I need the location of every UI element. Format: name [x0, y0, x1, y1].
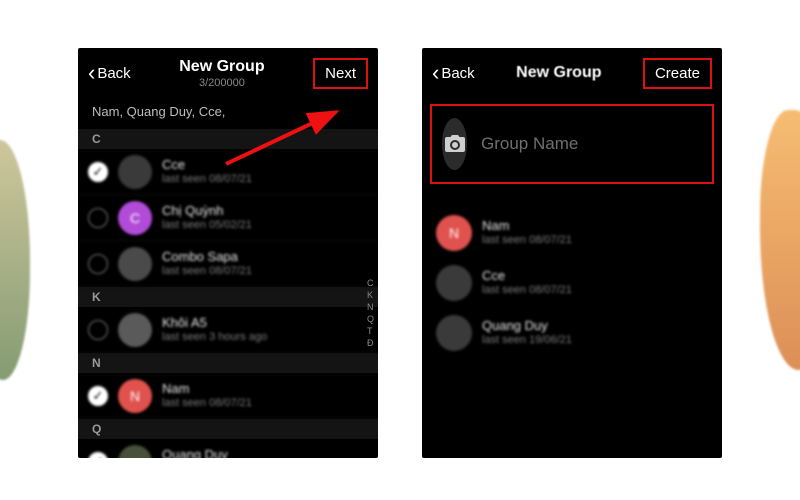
create-button[interactable]: Create	[643, 58, 712, 89]
member-status: last seen 08/07/21	[482, 284, 572, 298]
contact-name: Cce	[162, 157, 252, 173]
checkbox-empty-icon[interactable]	[88, 320, 108, 340]
header: ‹ Back New Group 3/200000 Next	[78, 48, 378, 98]
member-row[interactable]: N Namlast seen 08/07/21	[422, 208, 722, 258]
member-row[interactable]: Quang Duylast seen 19/06/21	[422, 308, 722, 358]
contact-row[interactable]: C Chị Quỳnhlast seen 05/02/21	[78, 195, 378, 241]
page-title: New Group	[516, 64, 601, 82]
avatar	[118, 155, 152, 189]
contact-status: last seen 08/07/21	[162, 397, 252, 411]
contact-name: Khôi A5	[162, 315, 267, 331]
member-name: Nam	[482, 218, 572, 234]
avatar	[436, 265, 472, 301]
title-wrap: New Group 3/200000	[179, 58, 264, 89]
member-row[interactable]: Ccelast seen 08/07/21	[422, 258, 722, 308]
avatar	[436, 315, 472, 351]
contact-row[interactable]: Khôi A5last seen 3 hours ago	[78, 307, 378, 353]
checkbox-checked-icon[interactable]: ✓	[88, 386, 108, 406]
chevron-left-icon: ‹	[88, 62, 95, 84]
contact-row[interactable]: Combo Sapalast seen 08/07/21	[78, 241, 378, 287]
back-label: Back	[441, 65, 474, 82]
back-button[interactable]: ‹ Back	[432, 62, 475, 84]
member-name: Cce	[482, 268, 572, 284]
avatar	[118, 313, 152, 347]
camera-button[interactable]	[442, 118, 467, 170]
next-button[interactable]: Next	[313, 58, 368, 89]
group-name-input[interactable]	[481, 134, 702, 154]
section-c: C	[78, 129, 378, 149]
member-count: 3/200000	[179, 77, 264, 89]
camera-icon	[443, 132, 467, 156]
contact-status: last seen 3 hours ago	[162, 331, 267, 345]
group-name-box	[430, 104, 714, 184]
next-label: Next	[325, 65, 356, 82]
checkbox-checked-icon[interactable]: ✓	[88, 452, 108, 459]
phone-right: ‹ Back New Group Create N Namlast seen 0…	[422, 48, 722, 458]
contact-name: Chị Quỳnh	[162, 203, 252, 219]
alpha-index[interactable]: C K N Q T Đ	[367, 278, 374, 348]
contact-row[interactable]: ✓ Ccelast seen 08/07/21	[78, 149, 378, 195]
member-status: last seen 08/07/21	[482, 234, 572, 248]
stage: ‹ Back New Group 3/200000 Next Nam, Quan…	[0, 0, 800, 500]
chevron-left-icon: ‹	[432, 62, 439, 84]
contact-name: Quang Duy	[162, 447, 252, 459]
page-title: New Group	[179, 58, 264, 76]
member-name: Quang Duy	[482, 318, 572, 334]
avatar: N	[436, 215, 472, 251]
checkbox-empty-icon[interactable]	[88, 208, 108, 228]
contact-name: Combo Sapa	[162, 249, 252, 265]
contact-row[interactable]: ✓ Quang Duylast seen 08/07/21	[78, 439, 378, 458]
back-label: Back	[97, 65, 130, 82]
contact-status: last seen 05/02/21	[162, 219, 252, 233]
section-n: N	[78, 353, 378, 373]
contact-name: Nam	[162, 381, 252, 397]
avatar	[118, 247, 152, 281]
contact-row[interactable]: ✓ N Namlast seen 08/07/21	[78, 373, 378, 419]
header: ‹ Back New Group Create	[422, 48, 722, 98]
selected-names[interactable]: Nam, Quang Duy, Cce,	[78, 98, 378, 129]
phone-left: ‹ Back New Group 3/200000 Next Nam, Quan…	[78, 48, 378, 458]
checkbox-checked-icon[interactable]: ✓	[88, 162, 108, 182]
checkbox-empty-icon[interactable]	[88, 254, 108, 274]
avatar: C	[118, 201, 152, 235]
back-button[interactable]: ‹ Back	[88, 62, 131, 84]
contact-status: last seen 08/07/21	[162, 173, 252, 187]
section-q: Q	[78, 419, 378, 439]
member-status: last seen 19/06/21	[482, 334, 572, 348]
section-k: K	[78, 287, 378, 307]
title-wrap: New Group	[516, 64, 601, 82]
avatar	[118, 445, 152, 459]
create-label: Create	[655, 65, 700, 82]
contact-status: last seen 08/07/21	[162, 265, 252, 279]
avatar: N	[118, 379, 152, 413]
